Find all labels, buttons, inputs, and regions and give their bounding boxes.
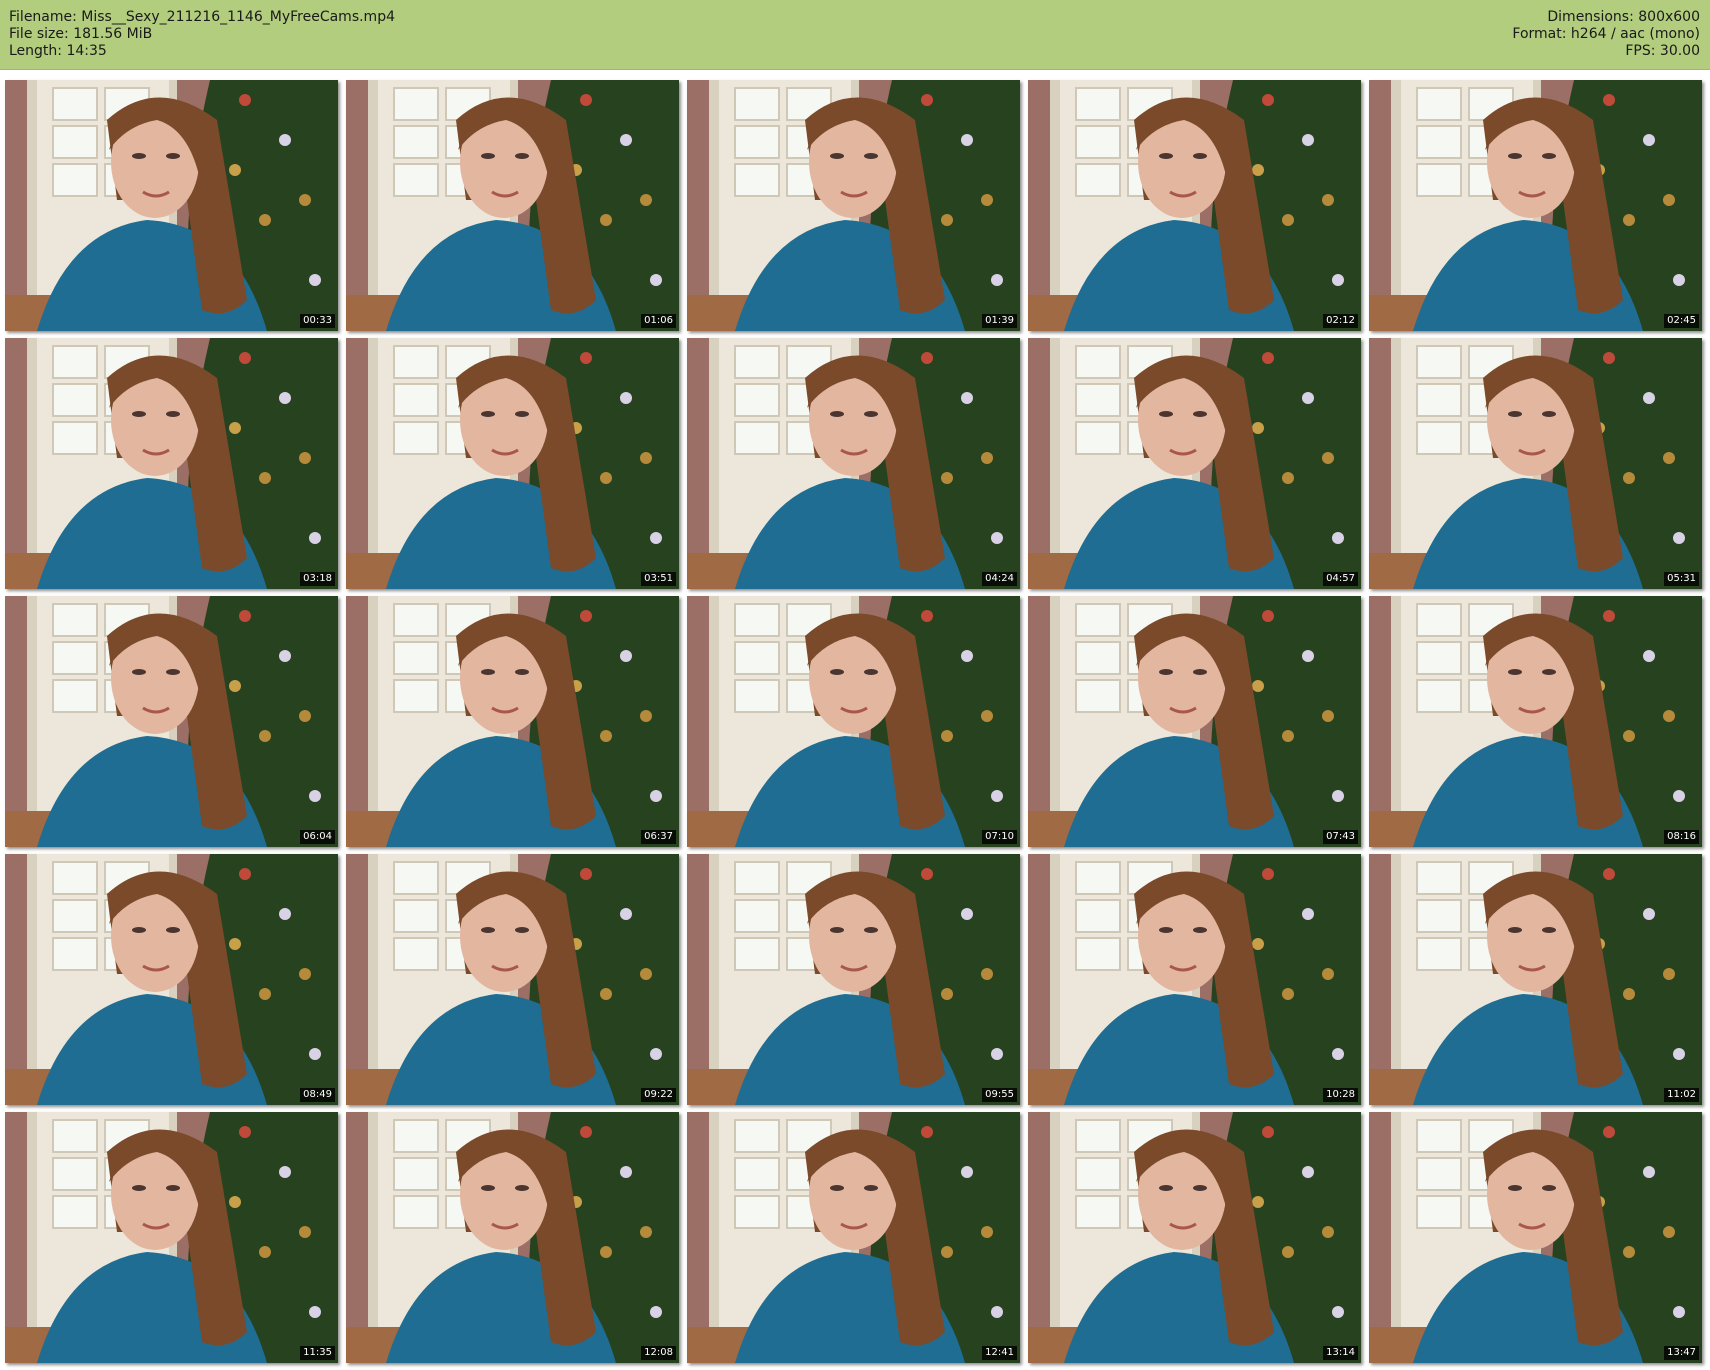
video-thumbnail[interactable]: 07:43: [1028, 596, 1361, 847]
frame-image: [5, 80, 338, 331]
frame-image: [687, 1112, 1020, 1363]
timestamp-label: 04:24: [982, 572, 1017, 586]
video-thumbnail[interactable]: 05:31: [1369, 338, 1702, 589]
frame-image: [5, 1112, 338, 1363]
frame-image: [1369, 596, 1702, 847]
frame-image: [687, 80, 1020, 331]
frame-image: [5, 854, 338, 1105]
video-thumbnail[interactable]: 02:45: [1369, 80, 1702, 331]
video-thumbnail[interactable]: 12:41: [687, 1112, 1020, 1363]
timestamp-label: 07:43: [1323, 830, 1358, 844]
video-thumbnail[interactable]: 01:06: [346, 80, 679, 331]
frame-image: [346, 596, 679, 847]
video-thumbnail[interactable]: 11:02: [1369, 854, 1702, 1105]
timestamp-label: 01:06: [641, 314, 676, 328]
video-thumbnail[interactable]: 08:49: [5, 854, 338, 1105]
info-header: Filename: Miss__Sexy_211216_1146_MyFreeC…: [0, 0, 1710, 70]
frame-image: [1369, 854, 1702, 1105]
format-text: Format: h264 / aac (mono): [1512, 26, 1700, 42]
dimensions-text: Dimensions: 800x600: [1547, 9, 1700, 25]
video-thumbnail[interactable]: 12:08: [346, 1112, 679, 1363]
frame-image: [346, 854, 679, 1105]
video-thumbnail[interactable]: 11:35: [5, 1112, 338, 1363]
timestamp-label: 09:22: [641, 1088, 676, 1102]
timestamp-label: 06:04: [300, 830, 335, 844]
frame-image: [687, 338, 1020, 589]
video-thumbnail[interactable]: 10:28: [1028, 854, 1361, 1105]
video-thumbnail[interactable]: 09:22: [346, 854, 679, 1105]
timestamp-label: 04:57: [1323, 572, 1358, 586]
video-thumbnail[interactable]: 07:10: [687, 596, 1020, 847]
file-info: Filename: Miss__Sexy_211216_1146_MyFreeC…: [9, 9, 395, 60]
timestamp-label: 02:12: [1323, 314, 1358, 328]
thumbnail-grid: 00:33 01:06 01:39 02:12 02:45 03:18 03:51 04:24…: [0, 70, 1710, 1370]
timestamp-label: 11:35: [300, 1346, 335, 1360]
frame-image: [687, 596, 1020, 847]
fps-text: FPS: 30.00: [1625, 43, 1700, 59]
timestamp-label: 12:08: [641, 1346, 676, 1360]
frame-image: [346, 80, 679, 331]
timestamp-label: 00:33: [300, 314, 335, 328]
timestamp-label: 05:31: [1664, 572, 1699, 586]
filename-text: Filename: Miss__Sexy_211216_1146_MyFreeC…: [9, 9, 395, 25]
frame-image: [1369, 1112, 1702, 1363]
frame-image: [687, 854, 1020, 1105]
length-text: Length: 14:35: [9, 43, 107, 59]
frame-image: [346, 1112, 679, 1363]
frame-image: [1028, 80, 1361, 331]
timestamp-label: 13:47: [1664, 1346, 1699, 1360]
video-thumbnail[interactable]: 00:33: [5, 80, 338, 331]
timestamp-label: 09:55: [982, 1088, 1017, 1102]
timestamp-label: 10:28: [1323, 1088, 1358, 1102]
video-thumbnail[interactable]: 06:04: [5, 596, 338, 847]
stream-info: Dimensions: 800x600 Format: h264 / aac (…: [1512, 9, 1700, 60]
video-thumbnail[interactable]: 02:12: [1028, 80, 1361, 331]
video-thumbnail[interactable]: 03:51: [346, 338, 679, 589]
frame-image: [5, 338, 338, 589]
video-thumbnail[interactable]: 03:18: [5, 338, 338, 589]
frame-image: [1028, 854, 1361, 1105]
video-thumbnail[interactable]: 13:47: [1369, 1112, 1702, 1363]
frame-image: [346, 338, 679, 589]
timestamp-label: 03:51: [641, 572, 676, 586]
frame-image: [1369, 80, 1702, 331]
timestamp-label: 11:02: [1664, 1088, 1699, 1102]
video-thumbnail[interactable]: 01:39: [687, 80, 1020, 331]
timestamp-label: 03:18: [300, 572, 335, 586]
frame-image: [1369, 338, 1702, 589]
frame-image: [1028, 596, 1361, 847]
timestamp-label: 08:16: [1664, 830, 1699, 844]
video-thumbnail[interactable]: 04:57: [1028, 338, 1361, 589]
timestamp-label: 06:37: [641, 830, 676, 844]
video-thumbnail[interactable]: 04:24: [687, 338, 1020, 589]
timestamp-label: 13:14: [1323, 1346, 1358, 1360]
video-thumbnail[interactable]: 09:55: [687, 854, 1020, 1105]
filesize-text: File size: 181.56 MiB: [9, 26, 153, 42]
timestamp-label: 01:39: [982, 314, 1017, 328]
frame-image: [1028, 338, 1361, 589]
video-thumbnail[interactable]: 08:16: [1369, 596, 1702, 847]
timestamp-label: 08:49: [300, 1088, 335, 1102]
timestamp-label: 12:41: [982, 1346, 1017, 1360]
frame-image: [1028, 1112, 1361, 1363]
timestamp-label: 07:10: [982, 830, 1017, 844]
timestamp-label: 02:45: [1664, 314, 1699, 328]
video-thumbnail[interactable]: 13:14: [1028, 1112, 1361, 1363]
video-thumbnail[interactable]: 06:37: [346, 596, 679, 847]
frame-image: [5, 596, 338, 847]
